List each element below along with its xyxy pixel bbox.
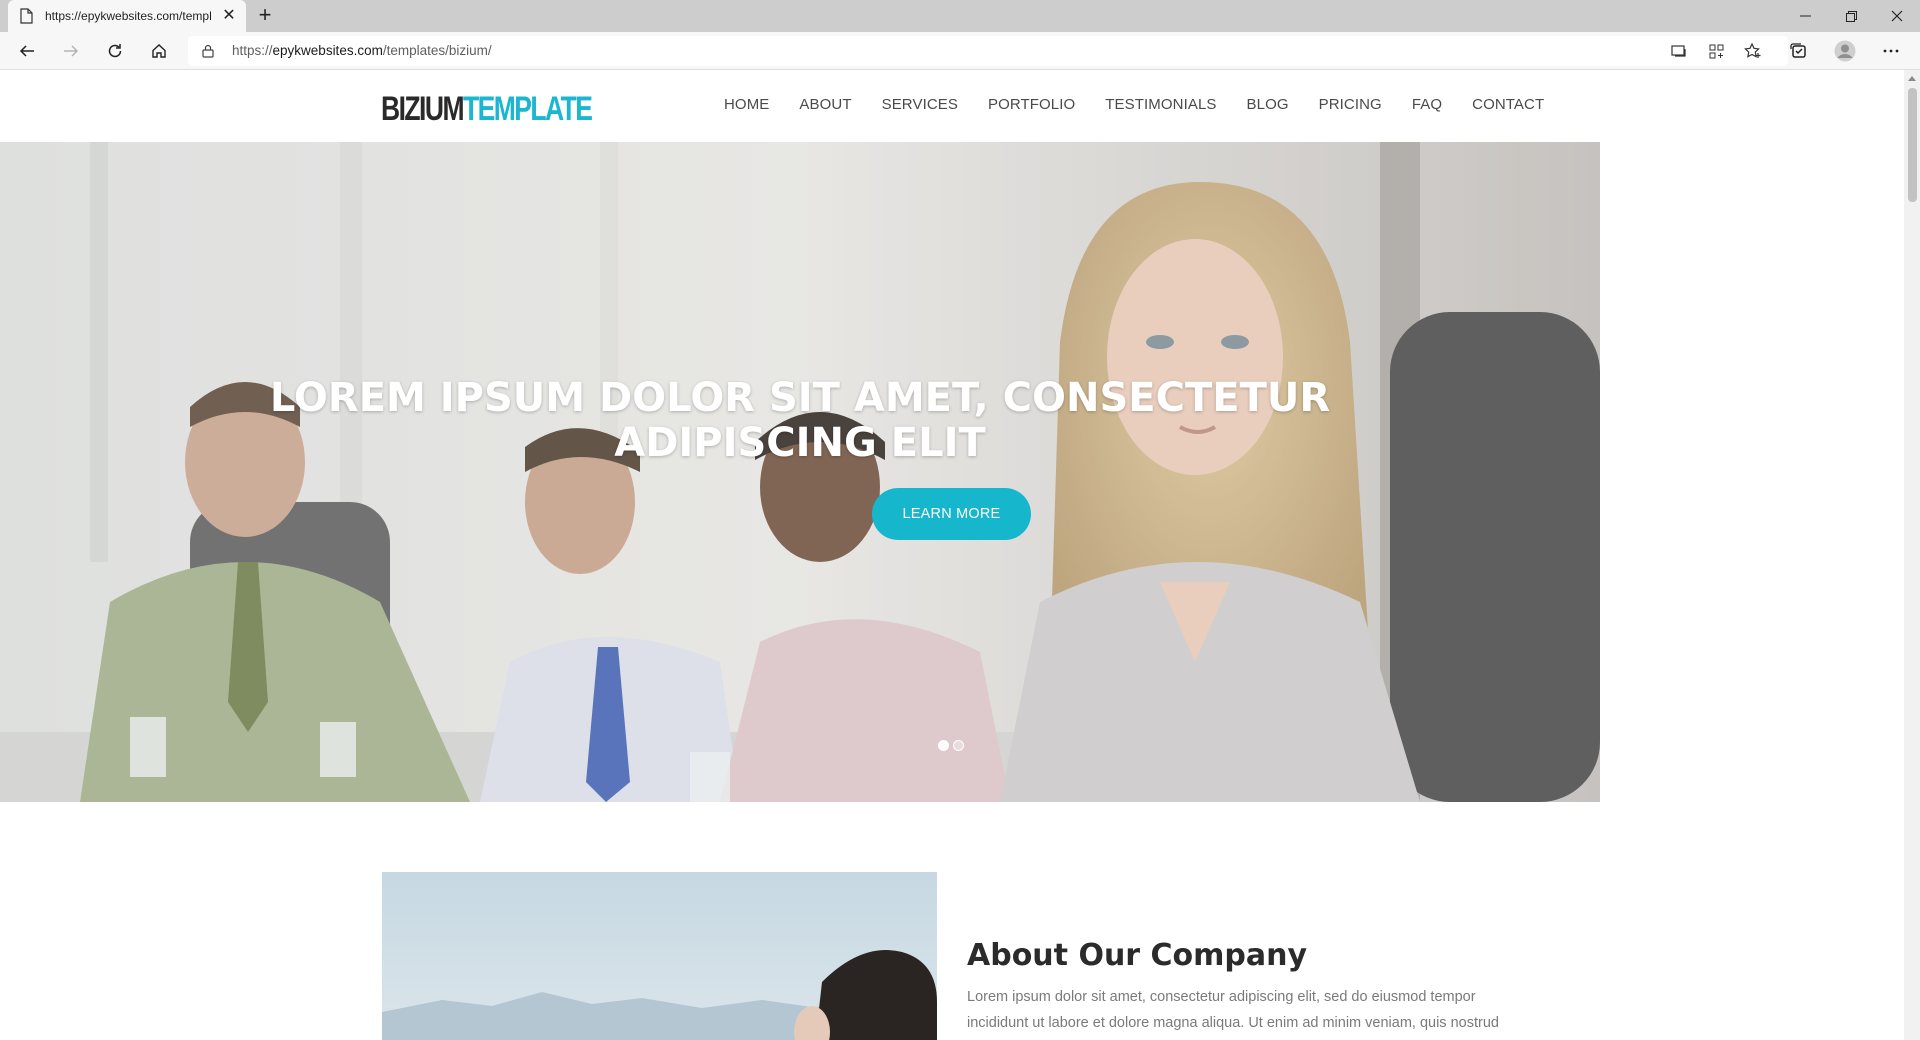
app-grid-icon [1709, 44, 1723, 58]
forward-button[interactable] [57, 37, 85, 65]
minimize-button[interactable] [1782, 0, 1828, 32]
read-aloud-button[interactable] [1665, 37, 1693, 65]
home-icon [152, 44, 166, 58]
refresh-icon [108, 44, 122, 58]
hero-background-photo [0, 142, 1600, 802]
nav-pricing[interactable]: PRICING [1319, 96, 1382, 113]
back-button[interactable] [13, 37, 41, 65]
hero-title-line-2: ADIPISCING ELIT [614, 420, 986, 466]
about-text-line-2: incididunt ut labore et dolore magna ali… [967, 1015, 1499, 1031]
page-viewport: BIZIUMTEMPLATE HOME ABOUT SERVICES PORTF… [0, 70, 1904, 1040]
profile-button[interactable] [1831, 37, 1859, 65]
about-image [382, 872, 937, 1040]
slider-dot-1[interactable] [938, 740, 949, 751]
browser-toolbar: https://epykwebsites.com/templates/biziu… [0, 32, 1920, 70]
restore-button[interactable] [1828, 0, 1874, 32]
tab-title: https://epykwebsites.com/templ [45, 9, 212, 23]
home-button[interactable] [145, 37, 173, 65]
back-arrow-icon [19, 45, 34, 57]
tab-strip: https://epykwebsites.com/templ ✕ + [0, 0, 1920, 32]
more-dots-icon [1883, 49, 1899, 53]
nav-services[interactable]: SERVICES [882, 96, 958, 113]
refresh-button[interactable] [101, 37, 129, 65]
close-icon [1891, 10, 1903, 22]
collections-button[interactable] [1785, 37, 1813, 65]
close-tab-icon[interactable]: ✕ [220, 7, 238, 25]
forward-arrow-icon [64, 45, 79, 57]
about-paragraph: Lorem ipsum dolor sit amet, consectetur … [967, 984, 1507, 1036]
about-photo [382, 872, 937, 1040]
scrollbar-thumb[interactable] [1908, 88, 1917, 202]
slider-dots [938, 740, 968, 751]
address-url: https://epykwebsites.com/templates/biziu… [232, 43, 492, 58]
site-header: BIZIUMTEMPLATE HOME ABOUT SERVICES PORTF… [0, 70, 1600, 142]
browser-tab[interactable]: https://epykwebsites.com/templ ✕ [8, 0, 246, 32]
site-logo[interactable]: BIZIUMTEMPLATE [381, 90, 593, 129]
nav-about[interactable]: ABOUT [799, 96, 851, 113]
hero-title-line-1: LOREM IPSUM DOLOR SIT AMET, CONSECTETUR [269, 375, 1331, 421]
avatar-icon [1834, 40, 1856, 62]
scroll-up-arrow-icon[interactable] [1908, 76, 1916, 81]
nav-home[interactable]: HOME [724, 96, 769, 113]
favorites-button[interactable] [1739, 37, 1767, 65]
close-window-button[interactable] [1874, 0, 1920, 32]
immersive-reader-icon [1671, 45, 1686, 57]
page-icon [20, 8, 33, 24]
learn-more-button[interactable]: LEARN MORE [872, 488, 1031, 540]
hero-slider: LOREM IPSUM DOLOR SIT AMET, CONSECTETUR … [0, 142, 1600, 802]
restore-icon [1845, 10, 1857, 22]
hero-title: LOREM IPSUM DOLOR SIT AMET, CONSECTETUR … [0, 376, 1552, 466]
settings-menu-button[interactable] [1877, 37, 1905, 65]
main-nav: HOME ABOUT SERVICES PORTFOLIO TESTIMONIA… [724, 96, 1574, 113]
apps-button[interactable] [1702, 37, 1730, 65]
nav-portfolio[interactable]: PORTFOLIO [988, 96, 1075, 113]
slider-dot-2[interactable] [953, 740, 964, 751]
nav-blog[interactable]: BLOG [1247, 96, 1289, 113]
about-heading: About Our Company [967, 938, 1308, 973]
nav-contact[interactable]: CONTACT [1472, 96, 1544, 113]
about-text-line-1: Lorem ipsum dolor sit amet, consectetur … [967, 989, 1476, 1005]
new-tab-button[interactable]: + [252, 3, 278, 29]
add-favorite-star-icon [1744, 43, 1761, 58]
address-bar[interactable]: https://epykwebsites.com/templates/biziu… [188, 36, 1788, 66]
page-scrollbar[interactable] [1904, 70, 1920, 1040]
collections-icon [1790, 43, 1806, 58]
minimize-icon [1799, 15, 1811, 17]
lock-icon[interactable] [202, 44, 214, 58]
nav-testimonials[interactable]: TESTIMONIALS [1105, 96, 1216, 113]
nav-faq[interactable]: FAQ [1412, 96, 1442, 113]
